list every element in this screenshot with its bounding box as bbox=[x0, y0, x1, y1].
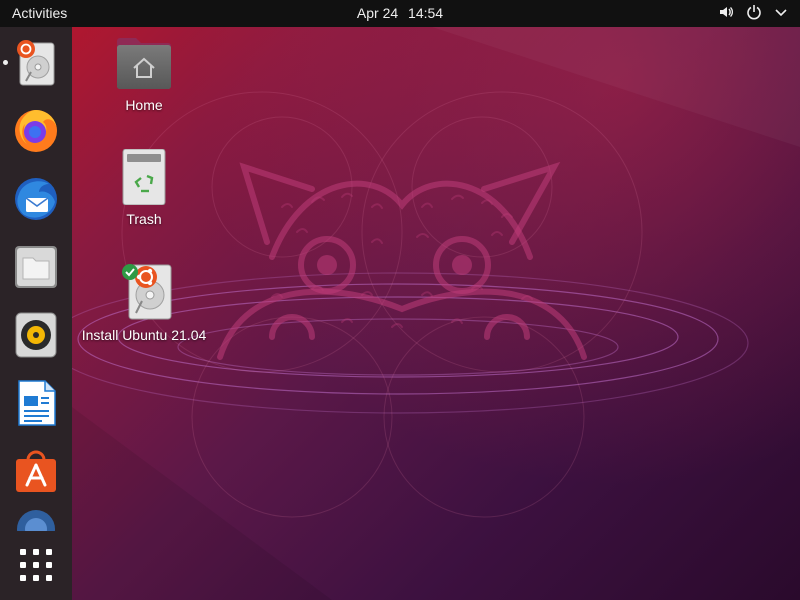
dock-item-firefox[interactable] bbox=[12, 107, 60, 155]
desktop-icon-trash[interactable]: Trash bbox=[72, 149, 219, 227]
firefox-icon bbox=[15, 110, 57, 152]
dock-item-help[interactable] bbox=[12, 509, 60, 531]
thunderbird-icon bbox=[15, 178, 57, 220]
ubuntu-installer-icon bbox=[17, 40, 55, 86]
home-folder-icon bbox=[117, 38, 171, 89]
dock-item-software[interactable] bbox=[12, 447, 60, 495]
dock-item-install-ubuntu[interactable] bbox=[12, 39, 60, 87]
writer-icon bbox=[18, 380, 56, 426]
desktop-icon-label: Home bbox=[125, 97, 163, 113]
desktop-icon-install-ubuntu[interactable]: Install Ubuntu 21.04 bbox=[72, 263, 219, 343]
software-icon bbox=[16, 450, 56, 492]
desktop-icon-home[interactable]: Home bbox=[72, 35, 219, 113]
power-icon[interactable] bbox=[746, 4, 762, 20]
system-tray[interactable] bbox=[718, 4, 788, 20]
install-ubuntu-icon bbox=[122, 264, 172, 320]
show-applications-icon bbox=[20, 549, 52, 581]
desktop[interactable]: Home Trash Install Ubuntu 21.04 bbox=[72, 27, 800, 600]
show-applications-button[interactable] bbox=[12, 541, 60, 589]
dock-item-files[interactable] bbox=[12, 243, 60, 291]
time-label: 14:54 bbox=[408, 5, 444, 21]
dock-item-thunderbird[interactable] bbox=[12, 175, 60, 223]
files-icon bbox=[15, 246, 57, 288]
date-label: Apr 24 bbox=[356, 5, 399, 21]
help-icon bbox=[17, 510, 55, 531]
chevron-down-icon[interactable] bbox=[774, 5, 788, 19]
dock-item-writer[interactable] bbox=[12, 379, 60, 427]
dock bbox=[0, 27, 72, 600]
top-bar: Activities Apr 24 14:54 bbox=[0, 0, 800, 27]
desktop-icon-label: Trash bbox=[126, 211, 162, 227]
clock[interactable]: Apr 24 14:54 bbox=[0, 5, 800, 21]
speaker-icon[interactable] bbox=[718, 4, 734, 20]
desktop-icon-label: Install Ubuntu 21.04 bbox=[81, 327, 207, 343]
dock-item-rhythmbox[interactable] bbox=[12, 311, 60, 359]
trash-icon bbox=[122, 149, 166, 205]
rhythmbox-icon bbox=[15, 312, 57, 358]
running-indicator bbox=[3, 60, 8, 65]
